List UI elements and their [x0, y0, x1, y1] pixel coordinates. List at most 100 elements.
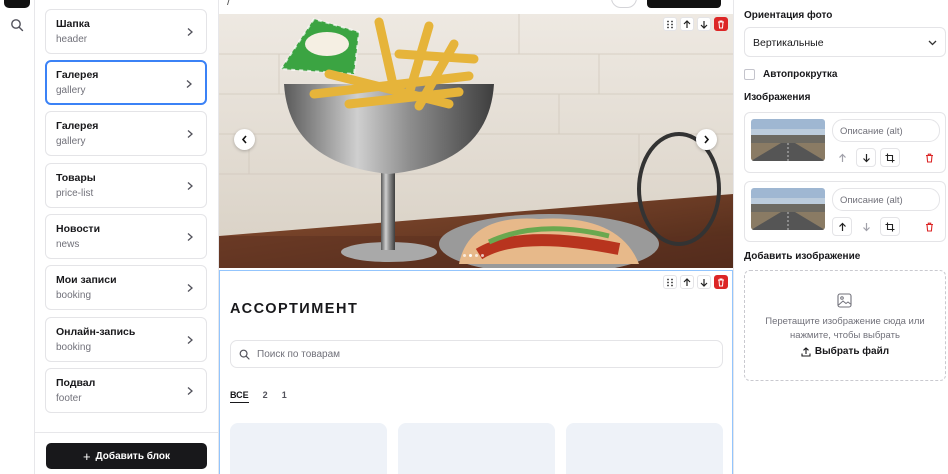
tab-all[interactable]: ВСЕ — [230, 390, 249, 403]
block-item-gallery[interactable]: Галерея gallery — [45, 111, 207, 156]
plus-icon: + — [82, 448, 91, 464]
autoscroll-checkbox[interactable] — [744, 69, 755, 80]
block-item-title: Галерея — [56, 69, 99, 81]
add-image-label: Добавить изображение — [744, 251, 861, 262]
preview-canvas: / АССОРТИМЕНТ Поиск по товарам ВСЕ 2 1 — [219, 0, 733, 474]
alt-placeholder: Описание (alt) — [840, 126, 903, 137]
page-builder: Шапка header Галерея gallery Галерея gal… — [0, 0, 948, 474]
chevron-right-icon — [186, 80, 192, 88]
image-move-up-button[interactable] — [832, 148, 852, 167]
publish-button[interactable] — [647, 0, 721, 8]
chevron-right-icon — [187, 28, 193, 36]
app-logo[interactable] — [4, 0, 30, 8]
crop-button[interactable] — [880, 217, 900, 236]
product-search-input[interactable]: Поиск по товарам — [230, 340, 723, 368]
pagination-dot[interactable] — [463, 254, 466, 257]
product-card[interactable] — [398, 423, 555, 474]
block-item-online-booking[interactable]: Онлайн-запись booking — [45, 317, 207, 362]
breadcrumb: / — [227, 0, 231, 8]
block-item-title: Товары — [56, 172, 96, 184]
chevron-right-icon — [704, 135, 710, 144]
choose-file-button[interactable]: Выбрать файл — [745, 346, 945, 357]
block-item-title: Шапка — [56, 18, 90, 30]
images-label: Изображения — [744, 92, 811, 103]
block-item-title: Онлайн-запись — [56, 326, 136, 338]
block-item-gallery-selected[interactable]: Галерея gallery — [45, 60, 207, 105]
block-item-type: footer — [56, 393, 82, 404]
crop-icon — [885, 222, 895, 231]
image-delete-button[interactable] — [919, 148, 939, 167]
chevron-right-icon — [187, 233, 193, 241]
trash-icon — [925, 153, 933, 163]
pagination-dot[interactable] — [481, 254, 484, 257]
category-tabs: ВСЕ 2 1 — [230, 390, 287, 403]
delete-block-button[interactable] — [714, 17, 728, 31]
choose-file-label: Выбрать файл — [814, 346, 890, 357]
block-item-news[interactable]: Новости news — [45, 214, 207, 259]
crop-button[interactable] — [880, 148, 900, 167]
block-item-title: Галерея — [56, 120, 99, 132]
add-block-label: Добавить блок — [95, 450, 171, 462]
block-item-title: Мои записи — [56, 274, 117, 286]
move-down-button[interactable] — [697, 275, 711, 289]
tab-category-1[interactable]: 1 — [282, 390, 287, 403]
autoscroll-label: Автопрокрутка — [763, 69, 838, 80]
block-item-footer[interactable]: Подвал footer — [45, 368, 207, 413]
chevron-right-icon — [187, 182, 193, 190]
image-icon — [837, 293, 852, 308]
tab-category-2[interactable]: 2 — [263, 390, 268, 403]
properties-panel: Ориентация фото Вертикальные Автопрокрут… — [733, 0, 948, 474]
chevron-right-icon — [187, 130, 193, 138]
image-delete-button[interactable] — [919, 217, 939, 236]
chevron-right-icon — [187, 336, 193, 344]
block-item-my-bookings[interactable]: Мои записи booking — [45, 265, 207, 310]
gallery-slider[interactable] — [219, 14, 733, 268]
gallery-prev-button[interactable] — [234, 129, 255, 150]
image-move-down-button[interactable] — [856, 148, 876, 167]
block-item-price-list[interactable]: Товары price-list — [45, 163, 207, 208]
move-up-button[interactable] — [680, 275, 694, 289]
orientation-select[interactable]: Вертикальные — [744, 27, 946, 57]
drag-handle-icon[interactable] — [663, 17, 677, 31]
pagination-dot-active[interactable] — [469, 254, 472, 257]
product-card[interactable] — [566, 423, 723, 474]
dropzone-text: Перетащите изображение сюда или нажмите,… — [765, 316, 925, 341]
image-dropzone[interactable]: Перетащите изображение сюда или нажмите,… — [744, 270, 946, 381]
price-list-section[interactable]: АССОРТИМЕНТ Поиск по товарам ВСЕ 2 1 — [219, 270, 733, 474]
delete-block-button[interactable] — [714, 275, 728, 289]
block-item-type: news — [56, 239, 80, 250]
add-block-button[interactable]: + Добавить блок — [46, 443, 207, 469]
gallery-photo — [219, 14, 733, 268]
pagination-dot[interactable] — [475, 254, 478, 257]
move-down-button[interactable] — [697, 17, 711, 31]
image-thumbnail — [751, 188, 825, 230]
gallery-pagination — [463, 254, 484, 257]
block-item-header[interactable]: Шапка header — [45, 9, 207, 54]
alt-text-input[interactable]: Описание (alt) — [832, 119, 940, 142]
orientation-value: Вертикальные — [753, 37, 824, 49]
alt-text-input[interactable]: Описание (alt) — [832, 188, 940, 211]
image-item: Описание (alt) — [744, 181, 946, 242]
chevron-left-icon — [241, 135, 247, 144]
preview-button[interactable] — [611, 0, 637, 8]
block-item-type: booking — [56, 342, 92, 353]
image-move-up-button[interactable] — [832, 217, 852, 236]
move-up-button[interactable] — [680, 17, 694, 31]
product-card[interactable] — [230, 423, 387, 474]
divider — [35, 432, 219, 433]
gallery-next-button[interactable] — [696, 129, 717, 150]
orientation-label: Ориентация фото — [744, 10, 833, 21]
block-item-type: gallery — [56, 136, 86, 147]
search-icon — [239, 349, 250, 360]
search-placeholder: Поиск по товарам — [257, 349, 341, 360]
block-item-type: price-list — [56, 188, 94, 199]
left-rail — [0, 0, 35, 474]
gallery-controls — [663, 17, 728, 31]
block-item-type: header — [56, 34, 88, 45]
image-move-down-button[interactable] — [856, 217, 876, 236]
section-title: АССОРТИМЕНТ — [230, 301, 359, 317]
image-thumbnail — [751, 119, 825, 161]
search-icon[interactable] — [10, 18, 24, 32]
drag-handle-icon[interactable] — [663, 275, 677, 289]
block-item-type: gallery — [56, 85, 86, 96]
